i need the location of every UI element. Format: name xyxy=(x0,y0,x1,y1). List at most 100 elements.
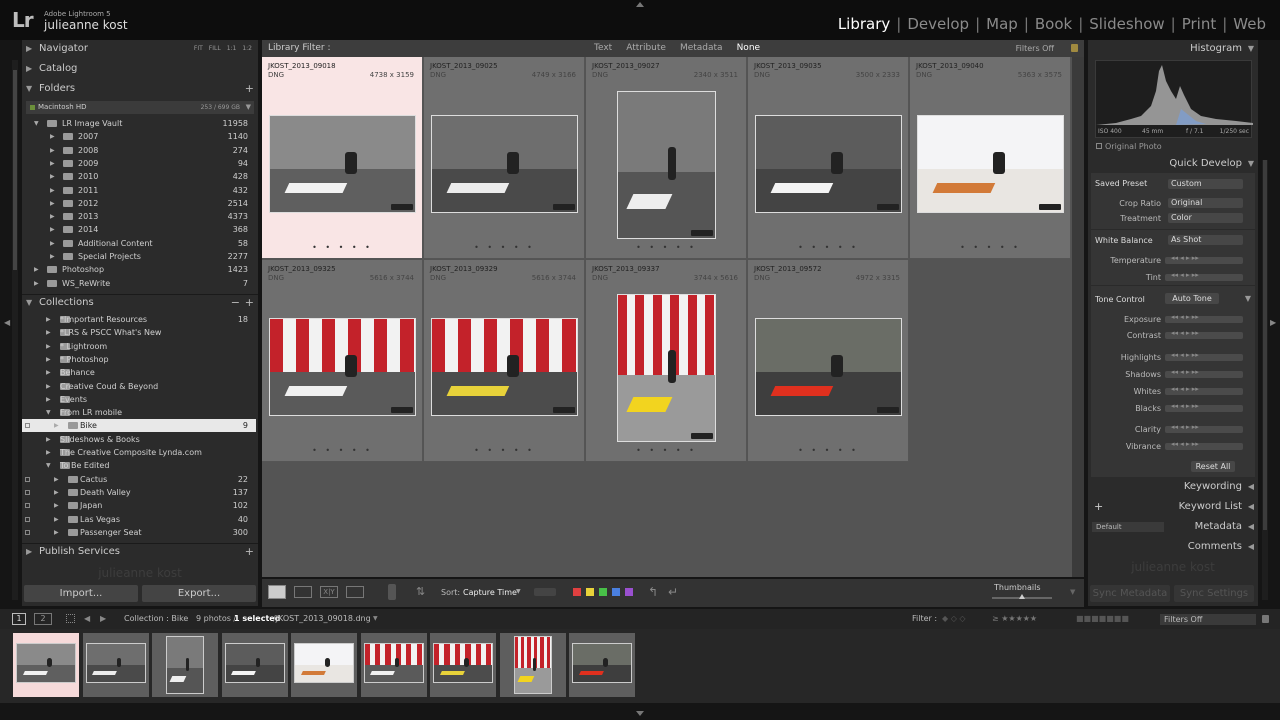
source-indicator[interactable]: Collection : Bike xyxy=(124,609,188,629)
comments-header[interactable]: Comments ◀ xyxy=(1088,538,1258,556)
collection-item[interactable]: ▶ *Important Resources 18 xyxy=(22,313,256,326)
collection-item[interactable]: ▼ From LR mobile xyxy=(22,406,256,419)
disclosure-triangle-icon[interactable]: ▼ xyxy=(34,117,39,130)
photo-badges-icon[interactable] xyxy=(691,230,713,236)
filmstrip-thumbnail[interactable] xyxy=(221,633,288,697)
folder-item[interactable]: ▶ 2011 432 xyxy=(22,184,256,197)
main-window-button[interactable]: 1 xyxy=(12,613,26,625)
flag-filter[interactable]: ◆ ◇ ◇ xyxy=(942,609,966,629)
folder-item[interactable]: ▶ Additional Content 58 xyxy=(22,237,256,250)
filmstrip-thumbnail[interactable] xyxy=(82,633,149,697)
star-rating[interactable]: • • • • • xyxy=(262,446,423,455)
disclosure-triangle-icon[interactable]: ▶ xyxy=(54,486,59,499)
color-label-swatch[interactable] xyxy=(625,588,633,596)
star-rating[interactable]: • • • • • xyxy=(748,243,909,252)
survey-view-icon[interactable] xyxy=(346,586,364,598)
folder-item[interactable]: ▼ LR Image Vault 11958 xyxy=(22,117,256,130)
lock-icon[interactable] xyxy=(1071,44,1078,52)
rotate-right-icon[interactable]: ↵ xyxy=(668,585,678,599)
crop-ratio-select[interactable]: Original xyxy=(1168,198,1243,208)
filter-option-attribute[interactable]: Attribute xyxy=(626,40,666,57)
photo-cell[interactable]: JKOST_2013_09329 DNG 5616 x 3744 • • • • • xyxy=(424,260,585,462)
disclosure-triangle-icon[interactable]: ▶ xyxy=(54,526,59,539)
collection-item[interactable]: ▶ Behance xyxy=(22,366,256,379)
folder-item[interactable]: ▶ Special Projects 2277 xyxy=(22,250,256,263)
photo-cell[interactable]: JKOST_2013_09027 DNG 2340 x 3511 • • • • • xyxy=(586,57,747,259)
add-collection-icon[interactable]: + xyxy=(245,294,254,312)
disclosure-triangle-icon[interactable]: ▶ xyxy=(46,313,51,326)
original-photo-toggle[interactable]: Original Photo xyxy=(1096,142,1162,151)
collection-item[interactable]: ▶ Bike 9 xyxy=(22,419,256,433)
auto-tone-button[interactable]: Auto Tone xyxy=(1165,293,1219,304)
quick-develop-stepper-vibrance[interactable]: ◂◂ ◂ ▸ ▸▸ xyxy=(1165,440,1243,450)
volume-menu-icon[interactable]: ▼ xyxy=(246,101,251,114)
quick-develop-stepper-blacks[interactable]: ◂◂ ◂ ▸ ▸▸ xyxy=(1165,402,1243,412)
collection-item[interactable]: ▶ Japan 102 xyxy=(22,499,256,512)
collection-item[interactable]: ▶ Events xyxy=(22,393,256,406)
quick-develop-header[interactable]: Quick Develop ▼ xyxy=(1088,155,1258,173)
saved-preset-select[interactable]: Custom xyxy=(1168,179,1243,189)
filter-presets-dropdown[interactable]: Filters Off xyxy=(1016,40,1054,57)
photo-badges-icon[interactable] xyxy=(391,204,413,210)
folder-item[interactable]: ▶ 2007 1140 xyxy=(22,130,256,143)
remove-collection-icon[interactable]: − xyxy=(231,294,240,312)
filmstrip-thumbnail[interactable] xyxy=(152,633,218,697)
color-label-swatch[interactable] xyxy=(573,588,581,596)
module-slideshow[interactable]: Slideshow xyxy=(1083,15,1170,33)
publish-services-header[interactable]: ▶ Publish Services + xyxy=(22,543,258,561)
disclosure-triangle-icon[interactable]: ▶ xyxy=(50,237,55,250)
quick-develop-stepper-contrast[interactable]: ◂◂ ◂ ▸ ▸▸ xyxy=(1165,329,1243,339)
filter-option-metadata[interactable]: Metadata xyxy=(680,40,723,57)
filter-option-none[interactable]: None xyxy=(737,40,760,57)
export-button[interactable]: Export... xyxy=(142,585,256,602)
collapse-top-arrow-icon[interactable] xyxy=(636,2,644,7)
collection-item[interactable]: ▶ Passenger Seat 300 xyxy=(22,526,256,539)
module-print[interactable]: Print xyxy=(1176,15,1223,33)
filmstrip-thumbnail[interactable] xyxy=(569,633,635,697)
collection-item[interactable]: ▶ Slideshows & Books xyxy=(22,433,256,446)
disclosure-triangle-icon[interactable]: ▶ xyxy=(50,210,55,223)
sync-metadata-button[interactable]: Sync Metadata xyxy=(1090,585,1170,602)
photo-thumbnail[interactable] xyxy=(755,318,902,416)
disclosure-triangle-icon[interactable]: ▶ xyxy=(50,130,55,143)
filmstrip-thumbnail[interactable] xyxy=(499,633,566,697)
collections-header[interactable]: ▼ Collections − + xyxy=(22,294,258,312)
source-menu-icon[interactable]: ▼ xyxy=(373,609,378,629)
keywording-header[interactable]: Keywording ◀ xyxy=(1088,478,1258,496)
volume-bar[interactable]: Macintosh HD 253 / 699 GB ▼ xyxy=(26,101,254,114)
star-rating[interactable]: • • • • • xyxy=(262,243,423,252)
folder-item[interactable]: ▶ 2010 428 xyxy=(22,170,256,183)
photo-cell[interactable]: JKOST_2013_09025 DNG 4749 x 3166 • • • • • xyxy=(424,57,585,259)
folder-item[interactable]: ▶ 2013 4373 xyxy=(22,210,256,223)
photo-badges-icon[interactable] xyxy=(391,407,413,413)
compare-view-icon[interactable]: X|Y xyxy=(320,586,338,598)
folder-item[interactable]: ▶ 2008 274 xyxy=(22,144,256,157)
collection-marker-icon[interactable] xyxy=(25,476,30,482)
photo-cell[interactable]: JKOST_2013_09337 DNG 3744 x 5616 • • • • • xyxy=(586,260,747,462)
photo-badges-icon[interactable] xyxy=(1039,204,1061,210)
star-rating[interactable]: • • • • • xyxy=(424,446,585,455)
collection-item[interactable]: ▶ *LRS & PSCC What's New xyxy=(22,326,256,339)
star-rating[interactable]: • • • • • xyxy=(910,243,1071,252)
photo-thumbnail[interactable] xyxy=(917,115,1064,213)
disclosure-triangle-icon[interactable]: ▶ xyxy=(54,473,59,486)
disclosure-triangle-icon[interactable]: ▶ xyxy=(46,446,51,459)
thumbnail-size-slider[interactable] xyxy=(992,594,1052,599)
grid-view-icon[interactable] xyxy=(268,585,286,599)
toolbar-menu-icon[interactable]: ▼ xyxy=(1070,588,1075,596)
left-panel-toggle-icon[interactable]: ◀ xyxy=(4,318,10,327)
collection-item[interactable]: ▶ * Lightroom xyxy=(22,340,256,353)
module-book[interactable]: Book xyxy=(1029,15,1078,33)
filmstrip-thumbnail[interactable] xyxy=(291,633,357,697)
star-rating[interactable]: • • • • • xyxy=(748,446,909,455)
collection-marker-icon[interactable] xyxy=(25,503,30,509)
quick-develop-stepper-whites[interactable]: ◂◂ ◂ ▸ ▸▸ xyxy=(1165,385,1243,395)
photo-badges-icon[interactable] xyxy=(691,433,713,439)
zoom-option-1-2[interactable]: 1:2 xyxy=(242,45,252,52)
disclosure-triangle-icon[interactable]: ▼ xyxy=(46,406,51,419)
catalog-header[interactable]: ▶ Catalog xyxy=(22,60,258,78)
photo-thumbnail[interactable] xyxy=(269,115,416,213)
add-publish-icon[interactable]: + xyxy=(245,543,254,561)
back-arrow-icon[interactable]: ◀ xyxy=(84,609,90,629)
disclosure-triangle-icon[interactable]: ▶ xyxy=(54,499,59,512)
